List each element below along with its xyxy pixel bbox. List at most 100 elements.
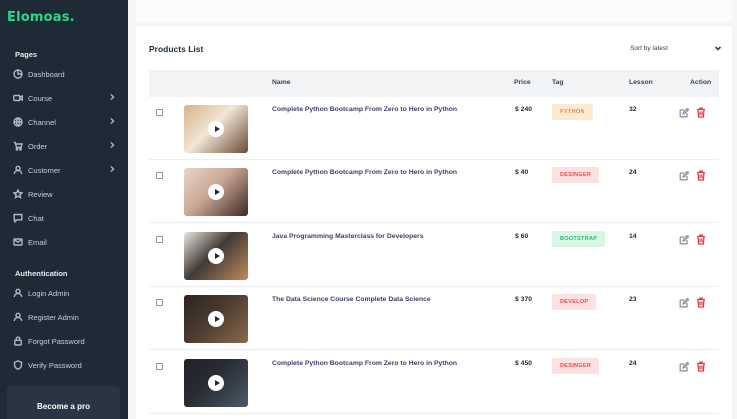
user-icon	[12, 288, 23, 299]
thumb-woman-hat[interactable]	[184, 168, 248, 216]
sidebar-item-customer[interactable]: Customer	[12, 162, 120, 178]
table-row: Complete Python Bootcamp From Zero to He…	[149, 160, 719, 223]
play-icon[interactable]	[208, 248, 224, 264]
row-checkbox[interactable]	[156, 109, 163, 116]
edit-icon[interactable]	[679, 295, 690, 308]
column-header-price[interactable]: Price	[514, 79, 531, 86]
globe-icon	[12, 117, 23, 128]
lesson-count: 24	[629, 169, 637, 176]
cart-icon	[12, 141, 23, 152]
sidebar-item-label: Dashboard	[28, 69, 65, 79]
sidebar-item-label: Order	[28, 141, 48, 151]
table-header: Name Price Tag Lesson Action	[149, 70, 719, 97]
lock-icon	[12, 336, 23, 347]
shield-icon	[12, 360, 23, 371]
user-icon	[12, 165, 23, 176]
user-icon	[12, 312, 23, 323]
trash-icon[interactable]	[696, 359, 706, 372]
sidebar-item-label: Channel	[28, 117, 56, 127]
sidebar-item-dashboard[interactable]: Dashboard	[12, 66, 120, 82]
product-name[interactable]: The Data Science Course Complete Data Sc…	[272, 296, 431, 303]
thumb-classroom[interactable]	[184, 295, 248, 343]
sidebar-item-channel[interactable]: Channel	[12, 114, 120, 130]
star-icon	[12, 189, 23, 200]
brand-logo[interactable]: Elomoas.	[7, 10, 75, 25]
product-price: $ 60	[515, 233, 529, 240]
tag-badge: PYTHON	[552, 104, 593, 120]
chevron-right-icon	[108, 117, 116, 125]
chevron-right-icon	[108, 165, 116, 173]
become-pro-label: Become a pro	[37, 402, 90, 411]
sidebar-item-label: Chat	[28, 213, 44, 223]
thumb-monitors[interactable]	[184, 359, 248, 407]
sidebar-item-login-admin[interactable]: Login Admin	[12, 285, 120, 301]
edit-icon[interactable]	[679, 232, 690, 245]
lesson-count: 24	[629, 360, 637, 367]
sidebar-item-register-admin[interactable]: Register Admin	[12, 309, 120, 325]
sidebar-item-course[interactable]: Course	[12, 90, 120, 106]
sidebar-item-label: Verify Password	[28, 360, 82, 370]
play-icon[interactable]	[208, 184, 224, 200]
play-icon[interactable]	[208, 121, 224, 137]
sidebar-item-label: Register Admin	[28, 312, 79, 322]
product-name[interactable]: Complete Python Bootcamp From Zero to He…	[272, 169, 457, 176]
product-price: $ 450	[515, 360, 533, 367]
sidebar-item-label: Forgot Password	[28, 336, 85, 346]
sidebar-item-label: Review	[28, 189, 53, 199]
row-checkbox[interactable]	[156, 236, 163, 243]
sidebar-item-label: Login Admin	[28, 288, 70, 298]
tag-badge: DESINGER	[552, 167, 600, 183]
become-pro-card[interactable]: Become a pro	[7, 386, 120, 419]
row-checkbox[interactable]	[156, 363, 163, 370]
column-header-tag[interactable]: Tag	[552, 79, 564, 86]
trash-icon[interactable]	[696, 168, 706, 181]
chat-icon	[12, 213, 23, 224]
sort-dropdown[interactable]: Sort by latest	[630, 42, 722, 54]
thumb-woman-desk[interactable]	[184, 232, 248, 280]
sidebar-item-verify-password[interactable]: Verify Password	[12, 357, 120, 373]
tag-badge: DESINGER	[552, 358, 600, 374]
table-row: Java Programming Masterclass for Develop…	[149, 224, 719, 287]
sidebar-item-forgot-password[interactable]: Forgot Password	[12, 333, 120, 349]
thumb-workspace[interactable]	[184, 105, 248, 153]
column-header-lesson[interactable]: Lesson	[629, 79, 653, 86]
edit-icon[interactable]	[679, 168, 690, 181]
sidebar-item-label: Email	[28, 237, 47, 247]
trash-icon[interactable]	[696, 232, 706, 245]
product-name[interactable]: Complete Python Bootcamp From Zero to He…	[272, 106, 457, 113]
table-row: The Data Science Course Complete Data Sc…	[149, 287, 719, 350]
product-price: $ 240	[515, 106, 533, 113]
edit-icon[interactable]	[679, 105, 690, 118]
lesson-count: 32	[629, 106, 637, 113]
play-icon[interactable]	[208, 375, 224, 391]
sidebar-item-chat[interactable]: Chat	[12, 210, 120, 226]
chevron-right-icon	[108, 141, 116, 149]
table-row: Complete Python Bootcamp From Zero to He…	[149, 97, 719, 160]
edit-icon[interactable]	[679, 359, 690, 372]
lesson-count: 14	[629, 233, 637, 240]
product-name[interactable]: Java Programming Masterclass for Develop…	[272, 233, 424, 240]
sidebar-item-review[interactable]: Review	[12, 186, 120, 202]
row-checkbox[interactable]	[156, 172, 163, 179]
trash-icon[interactable]	[696, 295, 706, 308]
top-bar	[136, 0, 732, 22]
chevron-right-icon	[108, 93, 116, 101]
column-header-action: Action	[690, 79, 712, 86]
play-icon[interactable]	[208, 311, 224, 327]
chevron-down-icon	[714, 44, 722, 52]
trash-icon[interactable]	[696, 105, 706, 118]
pages-section-title: Pages	[15, 50, 38, 59]
row-checkbox[interactable]	[156, 299, 163, 306]
sidebar-item-order[interactable]: Order	[12, 138, 120, 154]
lesson-count: 23	[629, 296, 637, 303]
sidebar-item-label: Course	[28, 93, 53, 103]
table-row: Complete Python Bootcamp From Zero to He…	[149, 351, 719, 414]
product-name[interactable]: Complete Python Bootcamp From Zero to He…	[272, 360, 457, 367]
mail-icon	[12, 237, 23, 248]
authentication-section-title: Authentication	[15, 269, 68, 278]
sidebar-item-email[interactable]: Email	[12, 234, 120, 250]
column-header-name[interactable]: Name	[272, 79, 291, 86]
sidebar: Elomoas. Pages Dashboard Course Channel …	[0, 0, 128, 419]
sidebar-item-label: Customer	[28, 165, 61, 175]
product-price: $ 370	[515, 296, 533, 303]
